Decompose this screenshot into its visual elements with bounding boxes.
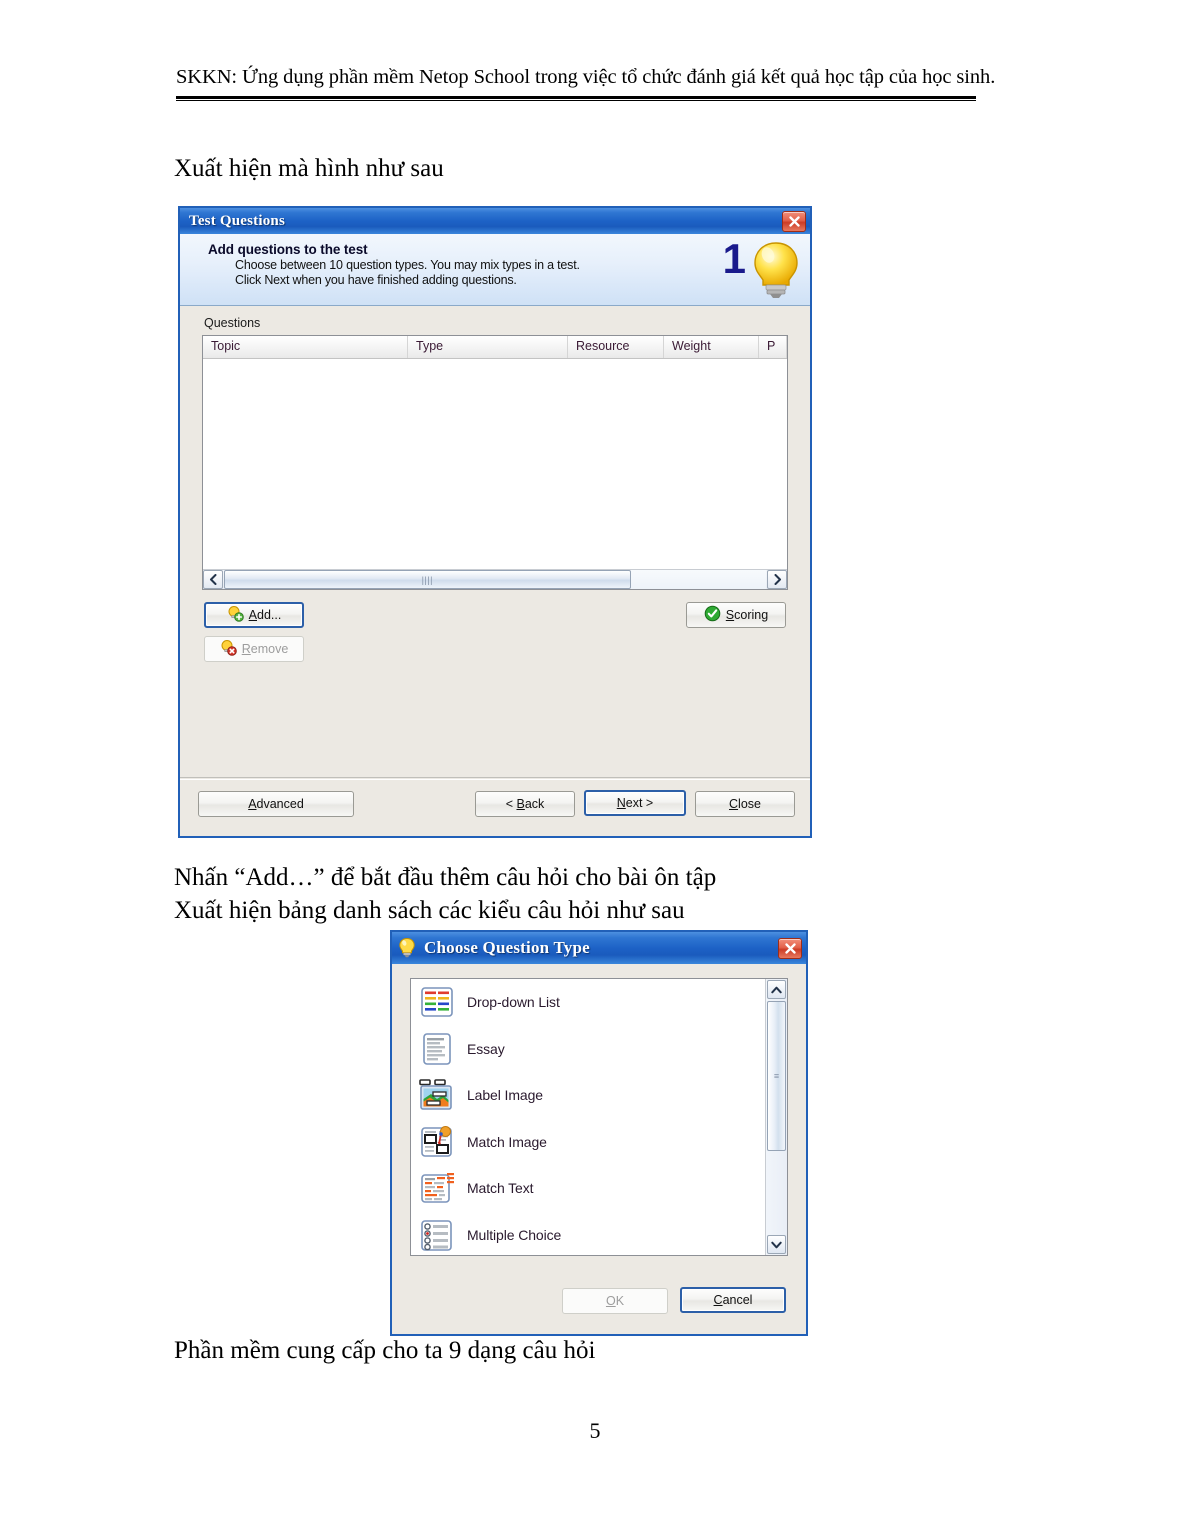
check-circle-icon (704, 605, 721, 625)
list-item[interactable]: Multiple Choice (411, 1212, 787, 1256)
match-image-icon (417, 1122, 457, 1162)
lightbulb-icon (750, 238, 802, 305)
scroll-down-icon[interactable] (767, 1235, 786, 1254)
questions-label: Questions (204, 316, 261, 330)
grid-col-weight[interactable]: Weight (664, 336, 759, 358)
remove-bulb-icon (220, 639, 237, 659)
banner-line-1: Choose between 10 question types. You ma… (235, 258, 580, 272)
scoring-button[interactable]: Scoring (686, 602, 786, 628)
banner-line-2: Click Next when you have finished adding… (235, 273, 517, 287)
ok-button[interactable]: OK (562, 1288, 668, 1314)
add-button-label: Add... (248, 608, 282, 622)
add-bulb-icon (227, 605, 244, 625)
advanced-button-label: Advanced (248, 797, 304, 811)
questions-grid[interactable]: Topic Type Resource Weight P |||| (202, 335, 788, 590)
footer-divider (180, 779, 810, 780)
vscroll-thumb[interactable]: ≡ (767, 1001, 786, 1151)
list-item-label: Multiple Choice (467, 1226, 562, 1243)
choose-type-titlebar[interactable]: Choose Question Type (392, 932, 806, 964)
scroll-up-icon[interactable] (767, 980, 786, 999)
back-button[interactable]: < Back (475, 791, 575, 817)
close-button[interactable]: Close (695, 791, 795, 817)
document-header-text: SKKN: Ứng dụng phần mềm Netop School tro… (176, 66, 996, 88)
test-questions-body: Questions Topic Type Resource Weight P |… (180, 306, 810, 778)
question-type-list[interactable]: Drop-down List Essay Label Image Match I… (410, 978, 788, 1256)
list-item[interactable]: Match Text (411, 1165, 787, 1212)
document-header: SKKN: Ứng dụng phần mềm Netop School tro… (176, 66, 996, 89)
ok-button-label: OK (605, 1294, 625, 1308)
list-item[interactable]: Drop-down List (411, 979, 787, 1026)
wizard-step-number: 1 (722, 235, 746, 282)
list-item[interactable]: Match Image (411, 1119, 787, 1166)
essay-icon (417, 1029, 457, 1069)
grid-horizontal-scrollbar[interactable]: |||| (203, 569, 787, 589)
hscroll-thumb[interactable]: |||| (224, 570, 631, 589)
paragraph-conclusion: Phần mềm cung cấp cho ta 9 dạng câu hỏi (174, 1337, 596, 1364)
list-item-label: Drop-down List (467, 994, 560, 1011)
list-item-label: Essay (467, 1040, 505, 1057)
add-button[interactable]: Add... (204, 602, 304, 628)
remove-button[interactable]: Remove (204, 636, 304, 662)
wizard-banner: Add questions to the test Choose between… (180, 234, 810, 306)
back-button-label: < Back (505, 797, 545, 811)
paragraph-intro: Xuất hiện mà hình như sau (174, 155, 444, 182)
multiple-choice-icon (417, 1215, 457, 1255)
grid-col-topic[interactable]: Topic (203, 336, 408, 358)
grid-col-type[interactable]: Type (408, 336, 568, 358)
choose-type-body: Drop-down List Essay Label Image Match I… (392, 964, 806, 1334)
grid-col-p[interactable]: P (759, 336, 787, 358)
test-questions-footer: Advanced < Back Next > Close (180, 777, 810, 836)
hscroll-track[interactable]: |||| (224, 570, 766, 589)
lightbulb-icon (398, 937, 416, 959)
close-icon[interactable] (778, 937, 802, 959)
drop-down-list-icon (417, 982, 457, 1022)
choose-type-title: Choose Question Type (424, 938, 590, 957)
grid-header-row: Topic Type Resource Weight P (203, 336, 787, 359)
grid-action-buttons: Add... Remove Scoring (202, 602, 788, 672)
test-questions-titlebar[interactable]: Test Questions (180, 208, 810, 234)
remove-button-label: Remove (241, 642, 289, 656)
scroll-right-icon[interactable] (767, 570, 787, 589)
scroll-left-icon[interactable] (203, 570, 223, 589)
grip-dots: |||| (421, 574, 433, 585)
cancel-button-label: Cancel (713, 1293, 753, 1307)
match-text-icon (417, 1168, 457, 1208)
test-questions-dialog: Test Questions Add questions to the test… (178, 206, 812, 838)
list-item-label: Match Text (467, 1180, 534, 1197)
paragraph-add-instruction: Nhấn “Add…” để bắt đầu thêm câu hỏi cho … (174, 864, 717, 891)
grid-col-resource[interactable]: Resource (568, 336, 664, 358)
page-number: 5 (589, 1418, 601, 1443)
test-questions-title: Test Questions (189, 212, 286, 229)
close-icon[interactable] (782, 210, 806, 232)
paragraph-list-instruction: Xuất hiện bảng danh sách các kiểu câu hỏ… (174, 897, 685, 924)
choose-question-type-dialog: Choose Question Type Drop-down List Essa… (390, 930, 808, 1336)
cancel-button[interactable]: Cancel (680, 1287, 786, 1313)
header-rule-thin (176, 100, 976, 101)
list-item-label: Label Image (467, 1087, 543, 1104)
header-rule-thick (176, 96, 976, 99)
banner-heading: Add questions to the test (208, 242, 368, 257)
close-button-label: Close (729, 797, 761, 811)
list-vertical-scrollbar[interactable]: ≡ (765, 979, 787, 1255)
label-image-icon (417, 1075, 457, 1115)
list-item-label: Match Image (467, 1133, 547, 1150)
advanced-button[interactable]: Advanced (198, 791, 354, 817)
scoring-button-label: Scoring (725, 608, 769, 622)
choose-type-footer: OK Cancel (392, 1274, 806, 1334)
list-item[interactable]: Essay (411, 1026, 787, 1073)
next-button[interactable]: Next > (584, 790, 686, 816)
next-button-label: Next > (616, 796, 654, 810)
grip-dots: ≡ (773, 1070, 780, 1081)
list-item[interactable]: Label Image (411, 1072, 787, 1119)
